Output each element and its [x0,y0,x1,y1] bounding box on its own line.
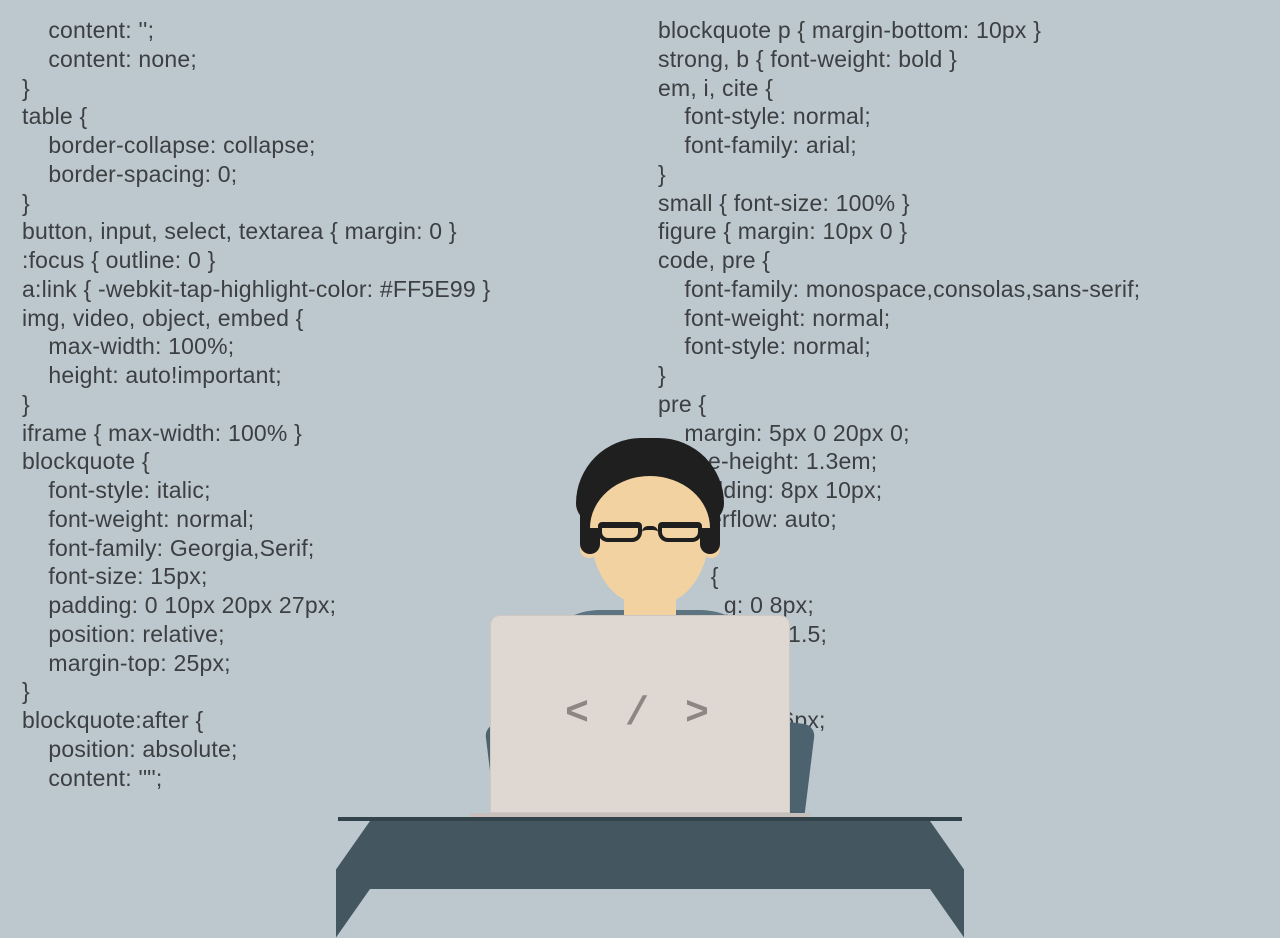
code-icon: < / > [565,692,715,737]
css-code-left: content: ''; content: none; } table { bo… [22,16,490,792]
laptop-lid: < / > [490,615,790,813]
hair [576,438,724,528]
glasses-icon [598,522,702,546]
desk [370,821,930,889]
